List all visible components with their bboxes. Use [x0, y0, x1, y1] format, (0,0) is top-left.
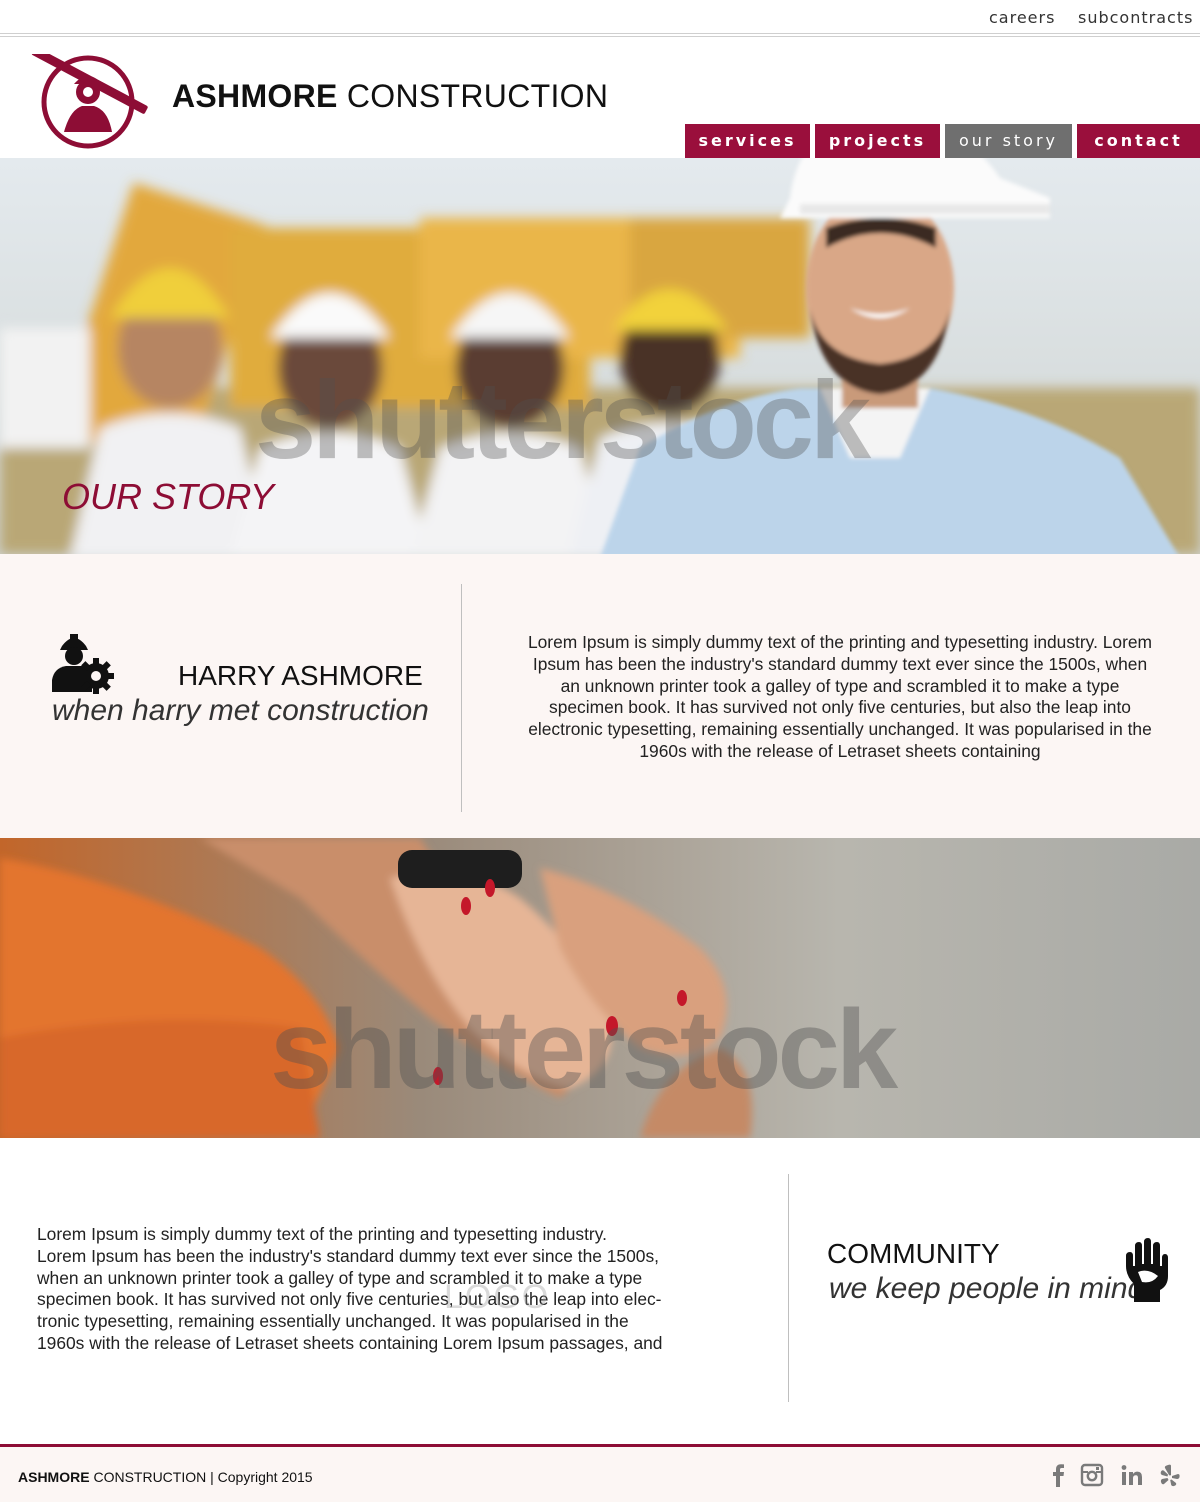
community-title: COMMUNITY	[827, 1238, 1000, 1269]
person-tagline: when harry met construction	[52, 694, 429, 727]
topbar-divider	[0, 33, 1200, 37]
story-divider	[461, 584, 462, 812]
nav-contact[interactable]: contact	[1077, 124, 1200, 158]
community-line: when an unknown printer took a galley of…	[37, 1267, 643, 1288]
page-title: OUR STORY	[62, 476, 275, 517]
story-paragraph: Lorem Ipsum is simply dummy text of the …	[527, 632, 1153, 761]
footer-copyright: ASHMORE CONSTRUCTION | Copyright 2015	[18, 1469, 313, 1485]
community-line: Lorem Ipsum has been the industry's stan…	[37, 1245, 659, 1266]
nav-projects[interactable]: projects	[815, 124, 940, 158]
community-divider	[788, 1174, 789, 1402]
brand-name[interactable]: ASHMORE CONSTRUCTION	[172, 78, 608, 115]
careers-link[interactable]: careers	[989, 8, 1055, 27]
hero-watermark: shutterstock	[255, 359, 872, 482]
footer-brand-bold: ASHMORE	[18, 1469, 90, 1485]
community-paragraph: Lorem Ipsum is simply dummy text of the …	[37, 1224, 717, 1355]
yelp-icon[interactable]	[1158, 1463, 1182, 1487]
hands-watermark: shutterstock	[270, 987, 899, 1112]
brand-name-bold: ASHMORE	[172, 78, 338, 114]
ghost-logo-watermark: LOGO	[444, 1278, 551, 1316]
worker-gear-icon	[52, 634, 114, 694]
site-header: ASHMORE CONSTRUCTION services projects o…	[0, 38, 1200, 158]
hands-photo: shutterstock	[0, 838, 1200, 1138]
community-section: Lorem Ipsum is simply dummy text of the …	[0, 1138, 1200, 1444]
site-footer: ASHMORE CONSTRUCTION | Copyright 2015	[0, 1444, 1200, 1502]
community-line: Lorem Ipsum is simply dummy text of the …	[37, 1224, 607, 1244]
subcontracts-link[interactable]: subcontracts	[1078, 8, 1193, 27]
instagram-icon[interactable]	[1080, 1463, 1104, 1487]
community-line: specimen book. It has survived not only …	[37, 1289, 662, 1310]
community-line: 1960s with the release of Letraset sheet…	[37, 1332, 663, 1353]
facebook-icon[interactable]	[1046, 1463, 1070, 1487]
helping-hand-icon	[1126, 1238, 1168, 1302]
person-name: HARRY ASHMORE	[178, 660, 423, 691]
nav-our-story[interactable]: our story	[945, 124, 1072, 158]
linkedin-icon[interactable]	[1120, 1463, 1144, 1487]
footer-brand-rest: CONSTRUCTION | Copyright 2015	[89, 1469, 313, 1485]
hero-banner: shutterstock OUR STORY	[0, 158, 1200, 554]
brand-name-rest: CONSTRUCTION	[346, 78, 609, 114]
community-line: tronic typesetting, remaining essentiall…	[37, 1311, 629, 1332]
teamwork-photo: shutterstock	[0, 838, 1200, 1138]
nav-services[interactable]: services	[685, 124, 810, 158]
community-tagline: we keep people in mind	[829, 1272, 1145, 1305]
top-utility-bar: careers subcontracts	[0, 0, 1200, 37]
story-section: HARRY ASHMORE when harry met constructio…	[0, 554, 1200, 838]
main-nav: services projects our story contact	[0, 124, 1200, 158]
